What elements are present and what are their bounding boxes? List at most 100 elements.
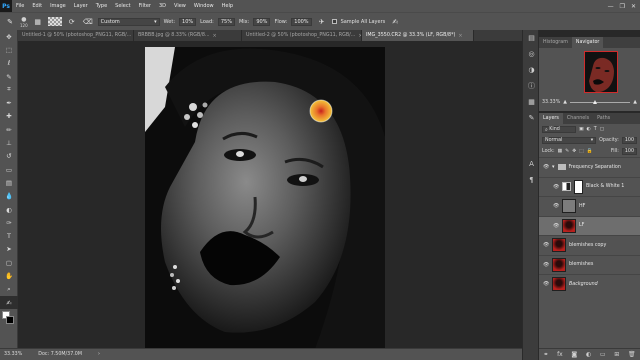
hand-icon[interactable]: ✋ [0,269,18,282]
eye-icon[interactable]: 👁 [553,184,559,190]
menu-select[interactable]: Select [111,3,134,9]
photoshop-logo[interactable]: Ps [0,0,12,12]
zoom-slider-thumb[interactable] [592,99,597,104]
lock-position-icon[interactable]: ✥ [572,149,576,154]
tab-layers[interactable]: Layers [539,113,563,124]
swatches-panel-icon[interactable]: ▦ [523,94,540,110]
blending-combination-select[interactable]: Custom ▾ [97,17,160,26]
eye-icon[interactable]: 👁 [543,242,549,248]
current-load-swatch[interactable] [47,17,62,26]
opacity-field[interactable]: 100 [621,137,637,144]
menu-window[interactable]: Window [190,3,218,9]
layer-lf[interactable]: 👁 LF [539,215,640,235]
flow-field[interactable]: 100% [291,17,312,26]
brush-panel-icon[interactable]: ▦ [32,17,44,27]
maximize-icon[interactable]: ❐ [620,3,625,10]
canvas-area[interactable] [18,41,522,348]
chevron-down-icon[interactable]: ▾ [552,164,555,170]
eraser-icon[interactable]: ▭ [0,163,18,176]
blur-icon[interactable]: 💧 [0,190,18,203]
shape-icon[interactable]: ▢ [0,256,18,269]
type-icon[interactable]: T [0,229,18,242]
eyedropper-icon[interactable]: ✒ [0,96,18,109]
adjustments-panel-icon[interactable]: ◑ [523,62,540,78]
navigator-zoom-value[interactable]: 33.33% [542,100,560,105]
status-arrow-icon[interactable]: › [98,352,100,357]
gradient-icon[interactable]: ▤ [0,176,18,189]
layer-blemishes[interactable]: 👁 blemishes [539,254,640,275]
layer-hf[interactable]: 👁 HF [539,196,640,216]
paragraph-panel-icon[interactable]: ¶ [523,172,540,188]
wet-field[interactable]: 10% [179,17,197,26]
menu-filter[interactable]: Filter [135,3,155,9]
menu-edit[interactable]: Edit [28,3,46,9]
blend-mode-select[interactable]: Normal ▾ [542,137,597,144]
tab-navigator[interactable]: Navigator [571,37,604,48]
load-field[interactable]: 75% [217,17,235,26]
tab-channels[interactable]: Channels [563,113,593,124]
eye-icon[interactable]: 👁 [543,281,549,287]
info-panel-icon[interactable]: ⓘ [523,78,540,94]
status-zoom[interactable]: 33.33% [4,352,22,357]
brush-panel-icon[interactable]: ✎ [523,110,540,126]
link-layers-icon[interactable]: ⚭ [543,351,548,358]
move-icon[interactable]: ✥ [0,30,18,43]
tab-paths[interactable]: Paths [593,113,614,124]
sample-all-layers-checkbox[interactable] [331,19,337,24]
pen-icon[interactable]: ✑ [0,216,18,229]
new-adjustment-icon[interactable]: ◐ [586,351,591,358]
eye-icon[interactable]: 👁 [543,164,549,170]
menu-file[interactable]: File [12,3,28,9]
new-layer-icon[interactable]: ⊞ [614,351,619,358]
lock-image-icon[interactable]: ✎ [565,149,569,154]
properties-panel-icon[interactable]: ◎ [523,46,540,62]
menu-help[interactable]: Help [218,3,237,9]
layer-black-white-1[interactable]: 👁 Black & White 1 [539,176,640,197]
lasso-icon[interactable]: ℓ [0,57,18,70]
brush-icon[interactable]: ✏ [0,123,18,136]
portrait-photo[interactable] [145,47,385,348]
navigator-thumbnail[interactable] [584,51,618,93]
lock-transparent-icon[interactable]: ▦ [558,149,563,154]
menu-3d[interactable]: 3D [155,3,170,9]
tab-brbbb[interactable]: BRBBB.jpg @ 8.33% (RGB/8... × [134,30,242,41]
close-tab-icon[interactable]: × [213,33,217,39]
airbrush-icon[interactable]: ✈ [316,17,328,27]
filter-type-icon[interactable]: T [594,127,597,132]
tab-img-3550[interactable]: IMG_3550.CR2 @ 33.3% (LF, RGB/8*) × [362,30,474,41]
eye-icon[interactable]: 👁 [553,203,559,209]
tab-histogram[interactable]: Histogram [539,37,572,48]
layer-kind-filter[interactable]: ⌕ Kind [542,126,576,133]
menu-view[interactable]: View [170,3,190,9]
history-panel-icon[interactable]: ▤ [523,30,540,46]
mixer-brush-icon[interactable]: ✍ [0,295,18,310]
pressure-size-icon[interactable]: ✍ [389,17,401,27]
crop-icon[interactable]: ⌗ [0,83,18,96]
close-icon[interactable]: ✕ [631,3,636,10]
eye-icon[interactable]: 👁 [553,223,559,229]
clean-brush-icon[interactable]: ⌫ [82,17,94,27]
mix-field[interactable]: 90% [253,17,271,26]
zoom-icon[interactable]: ⌕ [0,283,18,296]
minimize-icon[interactable]: — [608,3,614,10]
delete-layer-icon[interactable]: 🗑 [628,351,636,358]
zoom-slider[interactable] [570,99,631,104]
zoom-in-icon[interactable]: ▲ [633,100,637,105]
eye-icon[interactable]: 👁 [543,262,549,268]
stamp-icon[interactable]: ⊥ [0,136,18,149]
menu-image[interactable]: Image [46,3,70,9]
filter-shape-icon[interactable]: ▢ [600,127,605,132]
layer-mask-thumbnail[interactable] [574,179,583,194]
marquee-icon[interactable]: ⬚ [0,43,18,56]
add-mask-icon[interactable]: ◙ [571,351,577,358]
close-tab-icon[interactable]: × [458,33,462,39]
layer-frequency-separation[interactable]: 👁 ▾ Frequency Separation [539,157,640,177]
layer-background[interactable]: 👁 Background [539,274,640,294]
layer-style-icon[interactable]: fx [557,351,563,358]
load-brush-icon[interactable]: ⟳ [66,17,78,27]
tab-untitled-1[interactable]: Untitled-1 @ 50% (pbotoshop_PNG11, RGB/.… [18,30,134,41]
brush-preset-picker[interactable]: ● 120 [20,16,28,28]
zoom-out-icon[interactable]: ▲ [563,100,567,105]
dodge-icon[interactable]: ◐ [0,203,18,216]
quick-select-icon[interactable]: ✎ [0,70,18,83]
